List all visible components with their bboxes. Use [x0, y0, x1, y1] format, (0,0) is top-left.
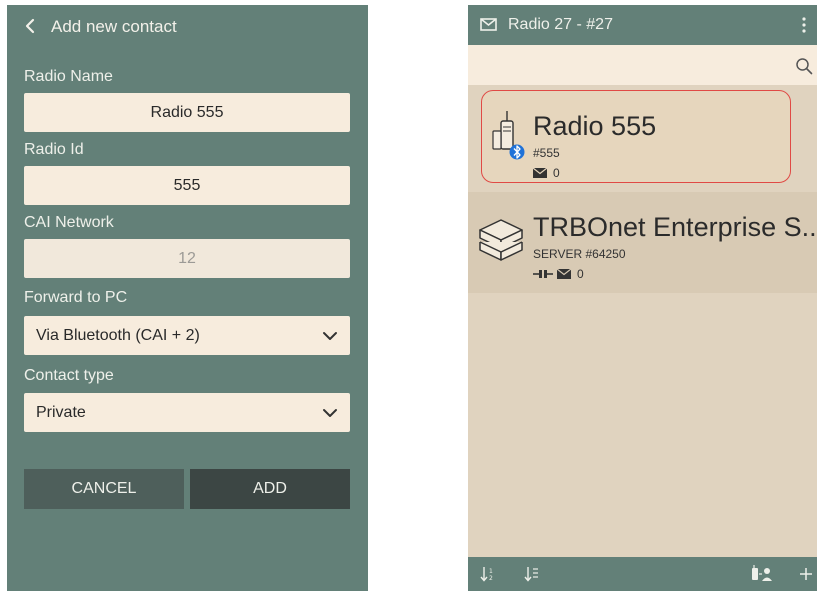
contacts-screen: Radio 27 - #27 Radio 555 #555 0 TRBOnet … — [468, 5, 817, 591]
contact-name: Radio 555 — [533, 111, 657, 141]
contact-id: SERVER #64250 — [533, 247, 626, 261]
bottom-toolbar: 1 2 — [468, 557, 817, 591]
app-header: Add new contact — [7, 5, 368, 48]
contact-name: TRBOnet Enterprise S... — [533, 212, 817, 242]
add-button[interactable]: ADD — [190, 469, 350, 509]
more-options-icon[interactable] — [801, 16, 807, 34]
mail-icon — [480, 18, 497, 31]
radio-bluetooth-icon — [492, 111, 525, 160]
add-contact-screen: Add new contact Radio Name Radio 555 Rad… — [7, 5, 368, 591]
forward-to-pc-label: Forward to PC — [24, 289, 128, 306]
page-title: Add new contact — [51, 17, 177, 36]
sort-numeric-icon[interactable]: 1 2 — [480, 566, 496, 582]
svg-text:2: 2 — [489, 575, 493, 582]
radio-name-label: Radio Name — [24, 68, 113, 85]
cancel-button[interactable]: CANCEL — [24, 469, 184, 509]
search-bar[interactable] — [468, 45, 817, 85]
contact-item-trbonet-server[interactable]: TRBOnet Enterprise S... SERVER #64250 0 — [468, 192, 817, 293]
cai-network-label: CAI Network — [24, 214, 114, 231]
back-chevron-icon[interactable] — [21, 16, 41, 36]
server-stack-icon — [479, 219, 523, 261]
forward-to-pc-select[interactable]: Via Bluetooth (CAI + 2) — [24, 316, 350, 355]
mail-icon — [557, 269, 571, 279]
radio-name-input[interactable]: Radio 555 — [24, 93, 350, 132]
sort-list-icon[interactable] — [524, 566, 540, 582]
radio-id-input[interactable]: 555 — [24, 166, 350, 205]
forward-to-pc-value: Via Bluetooth (CAI + 2) — [36, 326, 200, 344]
chevron-down-icon — [323, 332, 337, 340]
connection-plug-icon — [533, 270, 553, 278]
message-count: 0 — [553, 166, 560, 180]
add-contact-radio-icon[interactable] — [751, 565, 773, 582]
plus-icon[interactable] — [798, 566, 814, 582]
contact-type-select[interactable]: Private — [24, 393, 350, 432]
contact-type-label: Contact type — [24, 367, 114, 384]
contact-item-radio-555[interactable]: Radio 555 #555 0 — [481, 90, 791, 183]
radio-id-label: Radio Id — [24, 141, 84, 158]
contact-id: #555 — [533, 146, 560, 160]
chevron-down-icon — [323, 409, 337, 417]
cai-network-input: 12 — [24, 239, 350, 278]
message-count: 0 — [577, 267, 584, 281]
search-icon[interactable] — [795, 57, 813, 75]
contact-type-value: Private — [36, 403, 86, 421]
app-header: Radio 27 - #27 — [468, 5, 817, 45]
page-title: Radio 27 - #27 — [508, 16, 613, 33]
mail-icon — [533, 168, 547, 178]
svg-text:1: 1 — [489, 568, 493, 575]
